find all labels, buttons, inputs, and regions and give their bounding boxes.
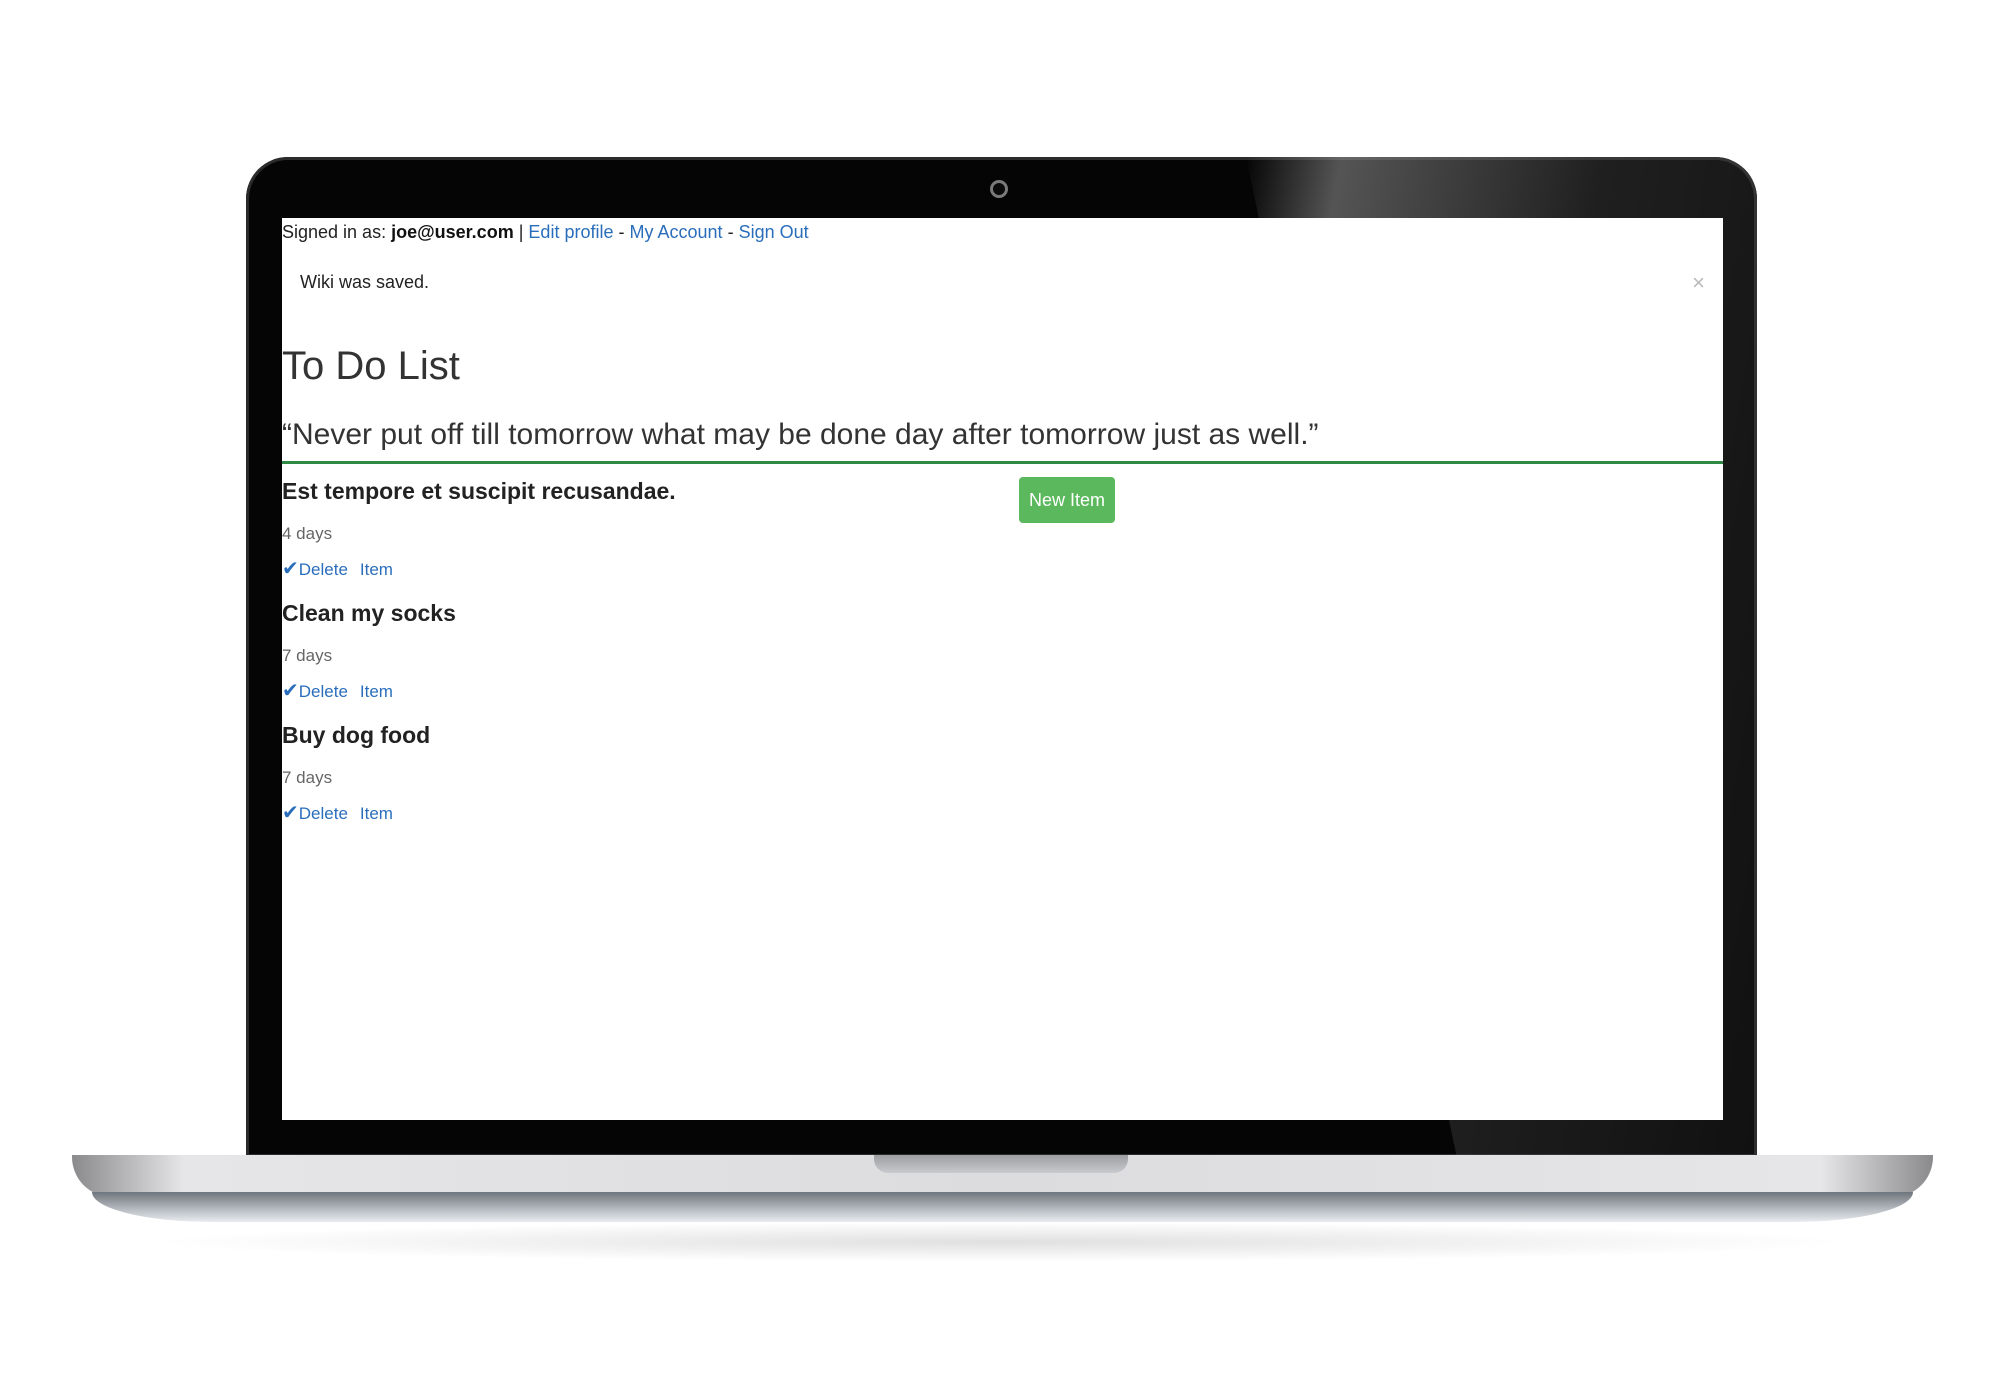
my-account-link[interactable]: My Account (630, 222, 723, 242)
item-label: Item (359, 682, 393, 701)
dash-separator: - (727, 222, 734, 242)
page-title: To Do List (282, 344, 460, 388)
item-actions: ✔Delete Item (282, 678, 393, 703)
user-email: joe@user.com (391, 222, 514, 242)
sign-out-link[interactable]: Sign Out (739, 222, 809, 242)
new-item-button[interactable]: New Item (1019, 477, 1115, 523)
close-icon[interactable]: × (1692, 270, 1705, 296)
dash-separator: - (618, 222, 625, 242)
delete-label: Delete (298, 682, 348, 701)
flash-message: Wiki was saved. (300, 272, 430, 292)
delete-item-link[interactable]: ✔Delete Item (282, 802, 393, 824)
user-bar: Signed in as: joe@user.com | Edit profil… (282, 222, 809, 243)
delete-item-link[interactable]: ✔Delete Item (282, 558, 393, 580)
edit-profile-link[interactable]: Edit profile (528, 222, 613, 242)
laptop-notch (874, 1155, 1128, 1173)
checkmark-icon: ✔ (282, 558, 299, 580)
item-age: 7 days (282, 646, 333, 665)
browser-screen: Signed in as: joe@user.com | Edit profil… (282, 218, 1723, 1120)
item-age: 4 days (282, 524, 333, 543)
delete-label: Delete (298, 560, 348, 579)
divider (282, 461, 1723, 464)
page-quote: “Never put off till tomorrow what may be… (282, 418, 1319, 451)
delete-item-link[interactable]: ✔Delete Item (282, 680, 393, 702)
separator: | (518, 222, 524, 242)
item-title: Clean my socks (282, 600, 456, 626)
checkmark-icon: ✔ (282, 802, 299, 824)
item-title: Buy dog food (282, 722, 431, 748)
checkmark-icon: ✔ (282, 680, 299, 702)
signed-in-label: Signed in as: (282, 222, 387, 242)
laptop-base-edge (92, 1192, 1913, 1222)
laptop-shadow (140, 1222, 1860, 1262)
camera-icon (990, 180, 1008, 198)
item-label: Item (359, 804, 393, 823)
item-actions: ✔Delete Item (282, 800, 393, 825)
item-title: Est tempore et suscipit recusandae. (282, 478, 676, 504)
delete-label: Delete (298, 804, 348, 823)
item-label: Item (359, 560, 393, 579)
item-age: 7 days (282, 768, 333, 787)
item-actions: ✔Delete Item (282, 556, 393, 581)
